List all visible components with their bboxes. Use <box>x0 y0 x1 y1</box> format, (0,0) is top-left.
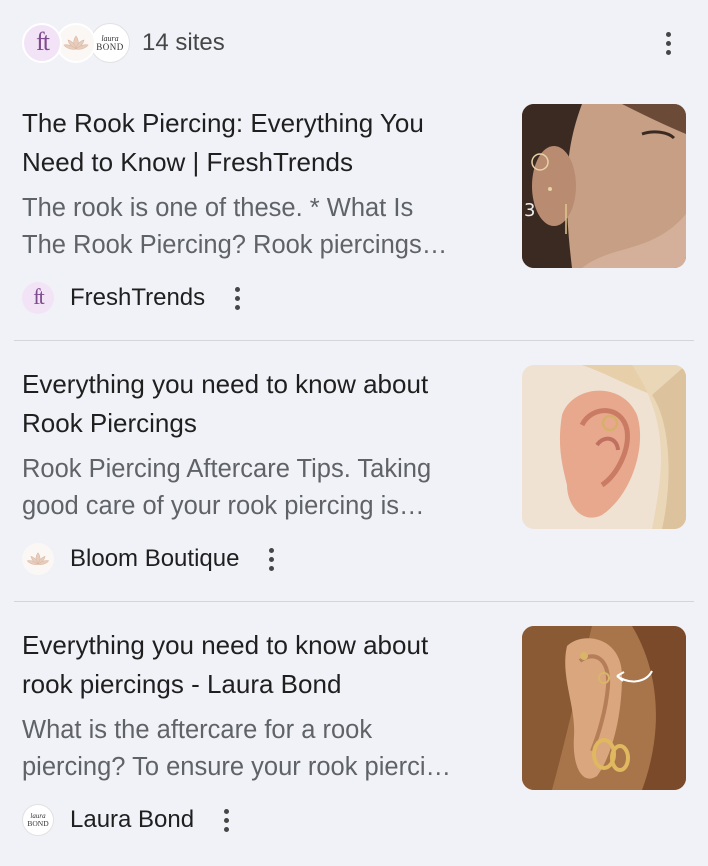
result-snippet: The rook is one of these. * What Is The … <box>22 194 448 259</box>
freshtrends-favicon: ft <box>22 23 62 63</box>
lotus-icon <box>22 543 54 575</box>
thumbnail-image[interactable] <box>522 626 686 790</box>
result-card[interactable]: The Rook Piercing: Everything You Need t… <box>14 104 694 324</box>
laura-bond-icon: laura BOND <box>22 804 54 836</box>
result-snippet: Rook Piercing Aftercare Tips. Taking goo… <box>22 455 432 520</box>
result-card[interactable]: Everything you need to know about rook p… <box>14 626 694 846</box>
result-card[interactable]: Everything you need to know about Rook P… <box>14 365 694 585</box>
more-options-icon[interactable] <box>261 544 281 574</box>
sites-header[interactable]: ft laura BOND 14 sites <box>22 22 686 66</box>
more-options-icon[interactable] <box>227 283 247 313</box>
source-name[interactable]: FreshTrends <box>70 284 205 312</box>
freshtrends-icon: ft <box>22 282 54 314</box>
divider <box>14 340 694 341</box>
result-title[interactable]: Everything you need to know about rook p… <box>22 626 500 704</box>
source-row[interactable]: Bloom Boutique <box>22 542 281 576</box>
sites-count[interactable]: 14 sites <box>142 28 225 58</box>
svg-text:3: 3 <box>524 200 535 221</box>
thumbnail-image[interactable]: 3 <box>522 104 686 268</box>
source-name[interactable]: Laura Bond <box>70 806 194 834</box>
thumbnail-image[interactable] <box>522 365 686 529</box>
more-options-icon[interactable] <box>658 28 678 58</box>
source-row[interactable]: laura BOND Laura Bond <box>22 803 236 837</box>
laura-bond-favicon: laura BOND <box>90 23 130 63</box>
source-name[interactable]: Bloom Boutique <box>70 545 239 573</box>
lotus-icon <box>56 23 96 63</box>
result-snippet: What is the aftercare for a rook piercin… <box>22 716 451 781</box>
result-title[interactable]: The Rook Piercing: Everything You Need t… <box>22 104 500 182</box>
result-title[interactable]: Everything you need to know about Rook P… <box>22 365 500 443</box>
more-options-icon[interactable] <box>216 805 236 835</box>
divider <box>14 601 694 602</box>
source-row[interactable]: ft FreshTrends <box>22 281 247 315</box>
